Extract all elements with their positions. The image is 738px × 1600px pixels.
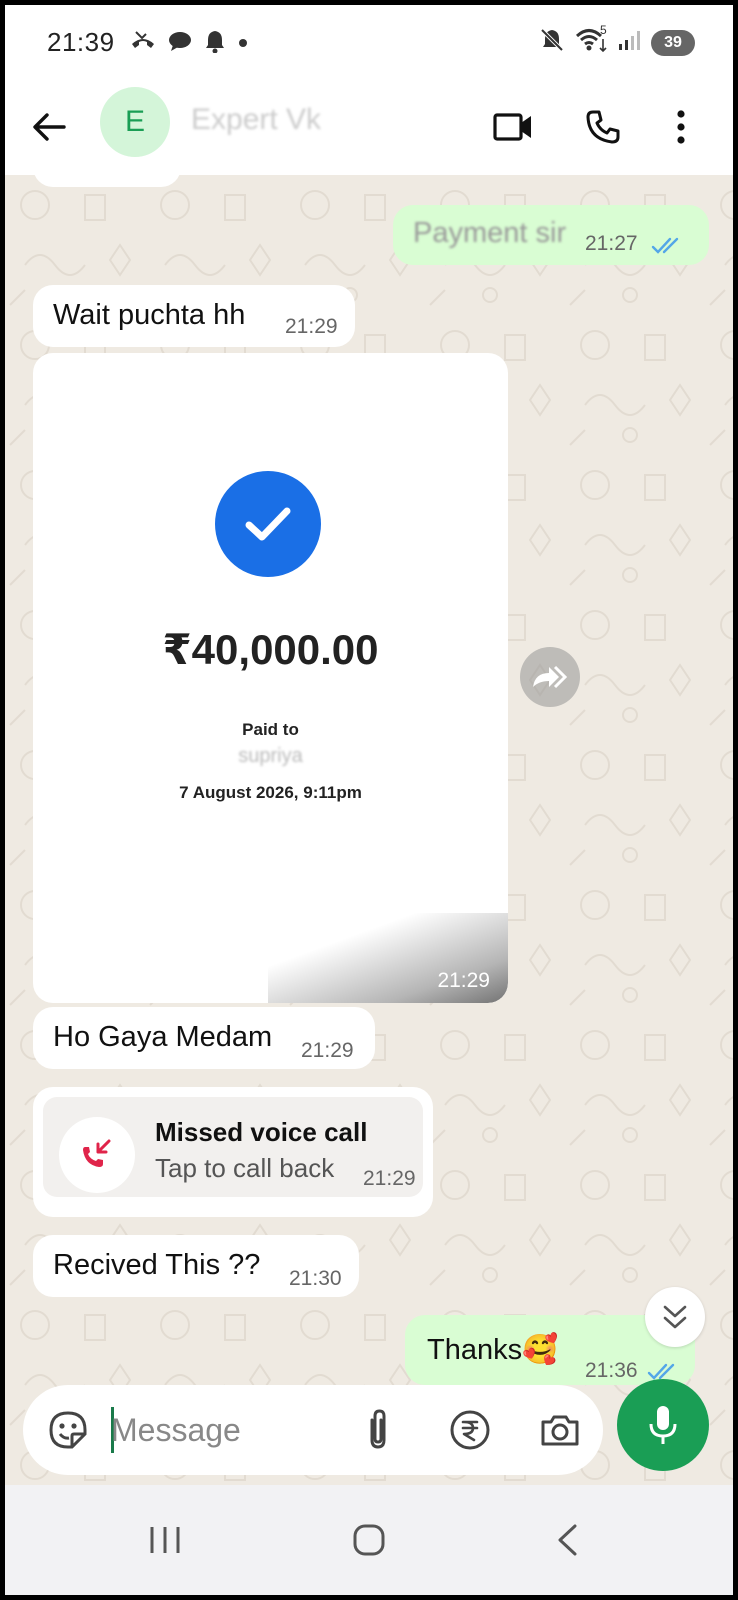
system-navigation-bar bbox=[5, 1485, 733, 1595]
attach-icon bbox=[370, 1409, 386, 1449]
camera-icon bbox=[541, 1415, 579, 1446]
message-composer bbox=[23, 1385, 603, 1475]
chat-area[interactable]: Payment sir 21:27 Wait puchta hh 21:29 ₹… bbox=[5, 175, 733, 1485]
message-time: 21:29 bbox=[363, 1167, 416, 1190]
scroll-to-bottom-button[interactable] bbox=[645, 1287, 705, 1347]
attach-button[interactable] bbox=[353, 1405, 403, 1455]
missed-call-title: Missed voice call bbox=[155, 1117, 368, 1147]
contact-avatar[interactable]: E bbox=[100, 87, 170, 157]
voice-call-button[interactable] bbox=[575, 99, 631, 155]
message-text: Wait puchta hh bbox=[53, 299, 246, 331]
payment-date: 7 August 2026, 9:11pm bbox=[179, 783, 362, 802]
missed-call-subtitle: Tap to call back bbox=[155, 1153, 335, 1183]
dot-notification-icon bbox=[238, 35, 248, 53]
voice-message-button[interactable] bbox=[617, 1379, 709, 1471]
rupee-payment-icon bbox=[450, 1410, 490, 1450]
app-frame: 21:39 5 39 E Expert Vk Payment sir 21:27… bbox=[5, 5, 733, 1595]
message-bubble-incoming[interactable]: Wait puchta hh 21:29 bbox=[33, 285, 355, 347]
back-arrow-icon bbox=[33, 113, 66, 141]
message-time: 21:27 bbox=[585, 232, 638, 255]
message-time: 21:29 bbox=[437, 969, 490, 992]
payment-button[interactable] bbox=[445, 1405, 495, 1455]
status-notification-icons bbox=[130, 29, 248, 58]
scroll-down-icon bbox=[663, 1305, 687, 1329]
payment-paid-to-label: Paid to bbox=[242, 720, 299, 739]
message-time: 21:36 bbox=[585, 1359, 638, 1382]
bell-notification-icon bbox=[204, 29, 226, 58]
message-time: 21:29 bbox=[285, 315, 338, 338]
mute-icon bbox=[539, 27, 565, 58]
status-time: 21:39 bbox=[47, 27, 115, 57]
sticker-button[interactable] bbox=[43, 1405, 93, 1455]
message-time: 21:30 bbox=[289, 1267, 342, 1290]
contact-name[interactable]: Expert Vk bbox=[191, 103, 321, 137]
recent-apps-button[interactable] bbox=[135, 1515, 195, 1565]
payment-amount: ₹40,000.00 bbox=[162, 626, 379, 673]
video-call-button[interactable] bbox=[485, 99, 541, 155]
status-system-icons: 5 39 bbox=[539, 23, 695, 58]
status-bar: 21:39 5 39 bbox=[5, 5, 733, 83]
recent-apps-icon bbox=[150, 1527, 180, 1553]
nav-back-icon bbox=[558, 1524, 577, 1556]
missed-call-icon bbox=[83, 1139, 111, 1167]
battery-indicator: 39 bbox=[651, 29, 695, 56]
message-bubble-incoming[interactable]: Ho Gaya Medam 21:29 bbox=[33, 1007, 375, 1069]
message-text: Ho Gaya Medam bbox=[53, 1021, 273, 1053]
video-call-icon bbox=[493, 113, 531, 141]
message-text: Payment sir bbox=[413, 217, 567, 249]
payment-success-icon bbox=[215, 471, 321, 577]
message-bubble-incoming[interactable]: Recived This ?? 21:30 bbox=[33, 1235, 359, 1297]
nav-back-button[interactable] bbox=[537, 1515, 597, 1565]
chat-header: E Expert Vk bbox=[5, 83, 733, 175]
mic-icon bbox=[649, 1406, 677, 1444]
chat-notification-icon bbox=[168, 30, 192, 57]
read-receipt-icon bbox=[651, 237, 679, 254]
payment-screenshot-image[interactable]: ₹40,000.00 Paid to supriya 7 August 2026… bbox=[33, 353, 508, 1003]
message-input[interactable] bbox=[111, 1405, 341, 1455]
sticker-icon bbox=[49, 1411, 87, 1449]
message-bubble-partial bbox=[33, 175, 181, 187]
signal-icon bbox=[617, 28, 641, 57]
wifi-icon: 5 bbox=[575, 23, 607, 58]
home-button[interactable] bbox=[339, 1515, 399, 1565]
message-time: 21:29 bbox=[301, 1039, 354, 1062]
message-text: Thanks🥰 bbox=[427, 1334, 559, 1366]
forward-button[interactable] bbox=[520, 647, 580, 707]
missed-call-bubble[interactable]: Missed voice call Tap to call back 21:29 bbox=[33, 1087, 433, 1217]
home-icon bbox=[353, 1524, 385, 1556]
back-button[interactable] bbox=[25, 103, 73, 151]
forward-icon bbox=[533, 665, 568, 689]
more-options-button[interactable] bbox=[653, 99, 709, 155]
wifi-band-label: 5 bbox=[600, 23, 607, 37]
voice-call-icon bbox=[586, 110, 620, 144]
missed-call-icon-wrapper bbox=[59, 1117, 135, 1193]
more-options-icon bbox=[677, 110, 685, 144]
message-bubble-outgoing[interactable]: Payment sir 21:27 bbox=[393, 205, 709, 265]
missed-call-card[interactable]: Missed voice call Tap to call back 21:29 bbox=[43, 1097, 423, 1197]
payment-payee-name: supriya bbox=[238, 745, 303, 767]
missed-call-notification-icon bbox=[130, 30, 156, 57]
camera-button[interactable] bbox=[535, 1405, 585, 1455]
message-text: Recived This ?? bbox=[53, 1249, 261, 1281]
